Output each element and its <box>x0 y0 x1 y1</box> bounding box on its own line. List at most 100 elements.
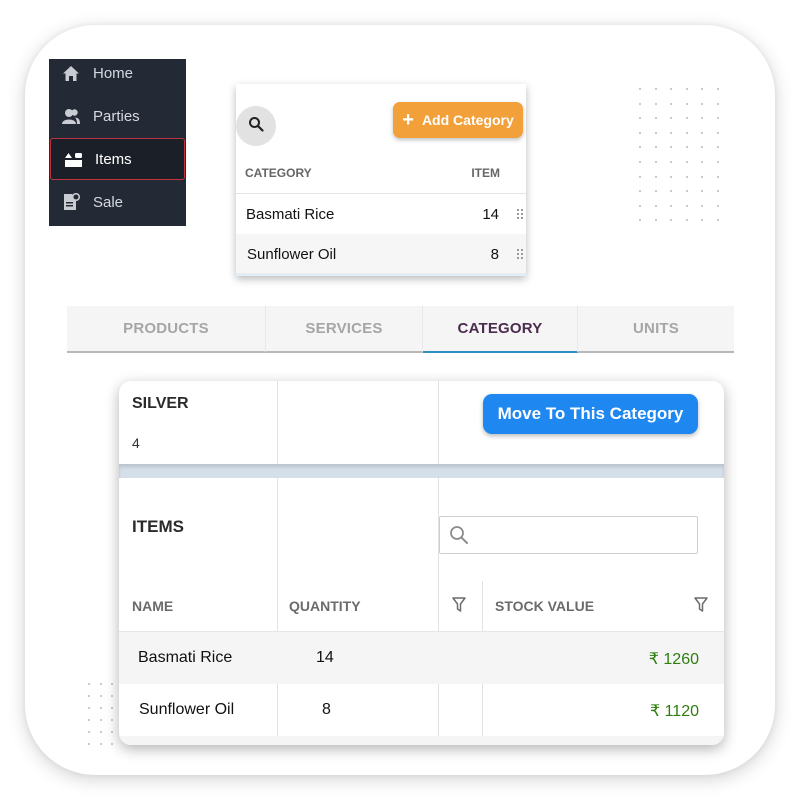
sidebar-item-sale[interactable]: Sale <box>49 181 186 223</box>
add-category-label: Add Category <box>421 112 514 128</box>
table-footer <box>119 736 724 745</box>
decorative-dots-top-right <box>639 88 719 222</box>
category-row[interactable]: Basmati Rice 14 <box>236 194 526 234</box>
dot <box>88 743 90 745</box>
tab-units[interactable]: UNITS <box>578 306 734 353</box>
dot <box>685 160 688 163</box>
dot <box>701 88 703 90</box>
dot <box>111 695 113 697</box>
sidebar-item-items[interactable]: Items <box>50 138 185 180</box>
dot <box>639 160 641 163</box>
dot <box>685 175 688 178</box>
dot <box>685 88 688 90</box>
dot <box>716 190 719 193</box>
dot <box>654 175 657 178</box>
item-type-tabs: PRODUCTS SERVICES CATEGORY UNITS <box>67 306 734 353</box>
dot <box>670 204 672 207</box>
dot <box>639 204 641 207</box>
move-to-category-button[interactable]: Move To This Category <box>483 394 698 434</box>
sidebar: Home Parties Items Sale <box>49 59 186 226</box>
dot <box>88 707 90 709</box>
item-stock-value: ₹ 1120 <box>649 703 699 720</box>
sidebar-item-label: Sale <box>93 193 124 211</box>
stock-value-filter-icon[interactable] <box>694 597 708 612</box>
dot <box>670 190 672 193</box>
tab-category[interactable]: CATEGORY <box>423 306 578 353</box>
sidebar-item-home[interactable]: Home <box>49 52 186 94</box>
category-row[interactable]: Sunflower Oil 8 <box>236 234 526 274</box>
item-name: Basmati Rice <box>138 649 233 666</box>
category-search-button[interactable] <box>236 106 276 146</box>
column-header-quantity[interactable]: QUANTITY <box>289 598 361 614</box>
category-name: Basmati Rice <box>246 206 335 223</box>
dot <box>88 719 90 721</box>
home-icon <box>61 64 81 82</box>
category-name: Sunflower Oil <box>247 246 337 263</box>
dot <box>685 131 688 134</box>
dot <box>670 219 672 222</box>
items-search-input[interactable] <box>439 516 698 554</box>
users-icon <box>61 107 81 125</box>
search-icon <box>248 116 264 137</box>
category-detail-panel: SILVER 4 Move To This Category ITEMS NAM… <box>119 381 724 745</box>
column-header-category: CATEGORY <box>245 166 312 180</box>
dot <box>716 219 719 222</box>
decorative-dots-bottom-left <box>88 683 113 745</box>
item-quantity: 8 <box>322 701 331 718</box>
drag-handle-icon[interactable] <box>517 248 524 260</box>
dot <box>716 175 719 178</box>
dot <box>88 683 90 685</box>
dot <box>639 102 641 105</box>
table-row[interactable]: Basmati Rice 14 ₹ 1260 <box>119 632 724 684</box>
dot <box>111 719 113 721</box>
category-item-count: 14 <box>482 206 499 223</box>
dot <box>716 102 719 105</box>
dot <box>716 117 719 120</box>
dot <box>99 695 102 697</box>
sidebar-item-label: Items <box>95 150 132 168</box>
dot <box>716 204 719 207</box>
dot <box>701 204 703 207</box>
column-header-name[interactable]: NAME <box>132 598 173 614</box>
dot <box>639 175 641 178</box>
dot <box>654 131 657 134</box>
section-separator <box>119 464 724 478</box>
column-header-item: ITEM <box>471 166 500 180</box>
quantity-filter-icon[interactable] <box>452 597 466 612</box>
tab-services[interactable]: SERVICES <box>266 306 423 353</box>
dot <box>99 731 102 733</box>
dot <box>654 146 657 149</box>
dot <box>639 117 641 120</box>
items-icon <box>63 150 83 168</box>
dot <box>716 131 719 134</box>
column-header-stock-value[interactable]: STOCK VALUE <box>495 598 594 614</box>
category-table-header: CATEGORY ITEM <box>236 160 526 194</box>
dot <box>99 707 102 709</box>
dot <box>88 731 90 733</box>
dot <box>685 146 688 149</box>
dot <box>670 146 672 149</box>
dot <box>654 88 657 90</box>
dot <box>701 160 703 163</box>
item-name: Sunflower Oil <box>139 701 235 718</box>
dot <box>701 175 703 178</box>
sidebar-item-parties[interactable]: Parties <box>49 95 186 137</box>
dot <box>654 190 657 193</box>
dot <box>701 146 703 149</box>
dot <box>654 219 657 222</box>
dot <box>639 146 641 149</box>
card-bottom-edge <box>236 273 526 276</box>
dot <box>670 117 672 120</box>
drag-handle-icon[interactable] <box>517 208 524 220</box>
tab-products[interactable]: PRODUCTS <box>67 306 266 353</box>
dot <box>639 88 641 90</box>
dot <box>701 219 703 222</box>
dot <box>685 204 688 207</box>
dot <box>670 160 672 163</box>
add-category-button[interactable]: + Add Category <box>393 102 523 138</box>
category-name-title: SILVER <box>132 395 189 412</box>
dot <box>670 102 672 105</box>
table-row[interactable]: Sunflower Oil 8 ₹ 1120 <box>119 684 724 736</box>
dot <box>639 190 641 193</box>
category-item-count: 4 <box>132 435 140 451</box>
